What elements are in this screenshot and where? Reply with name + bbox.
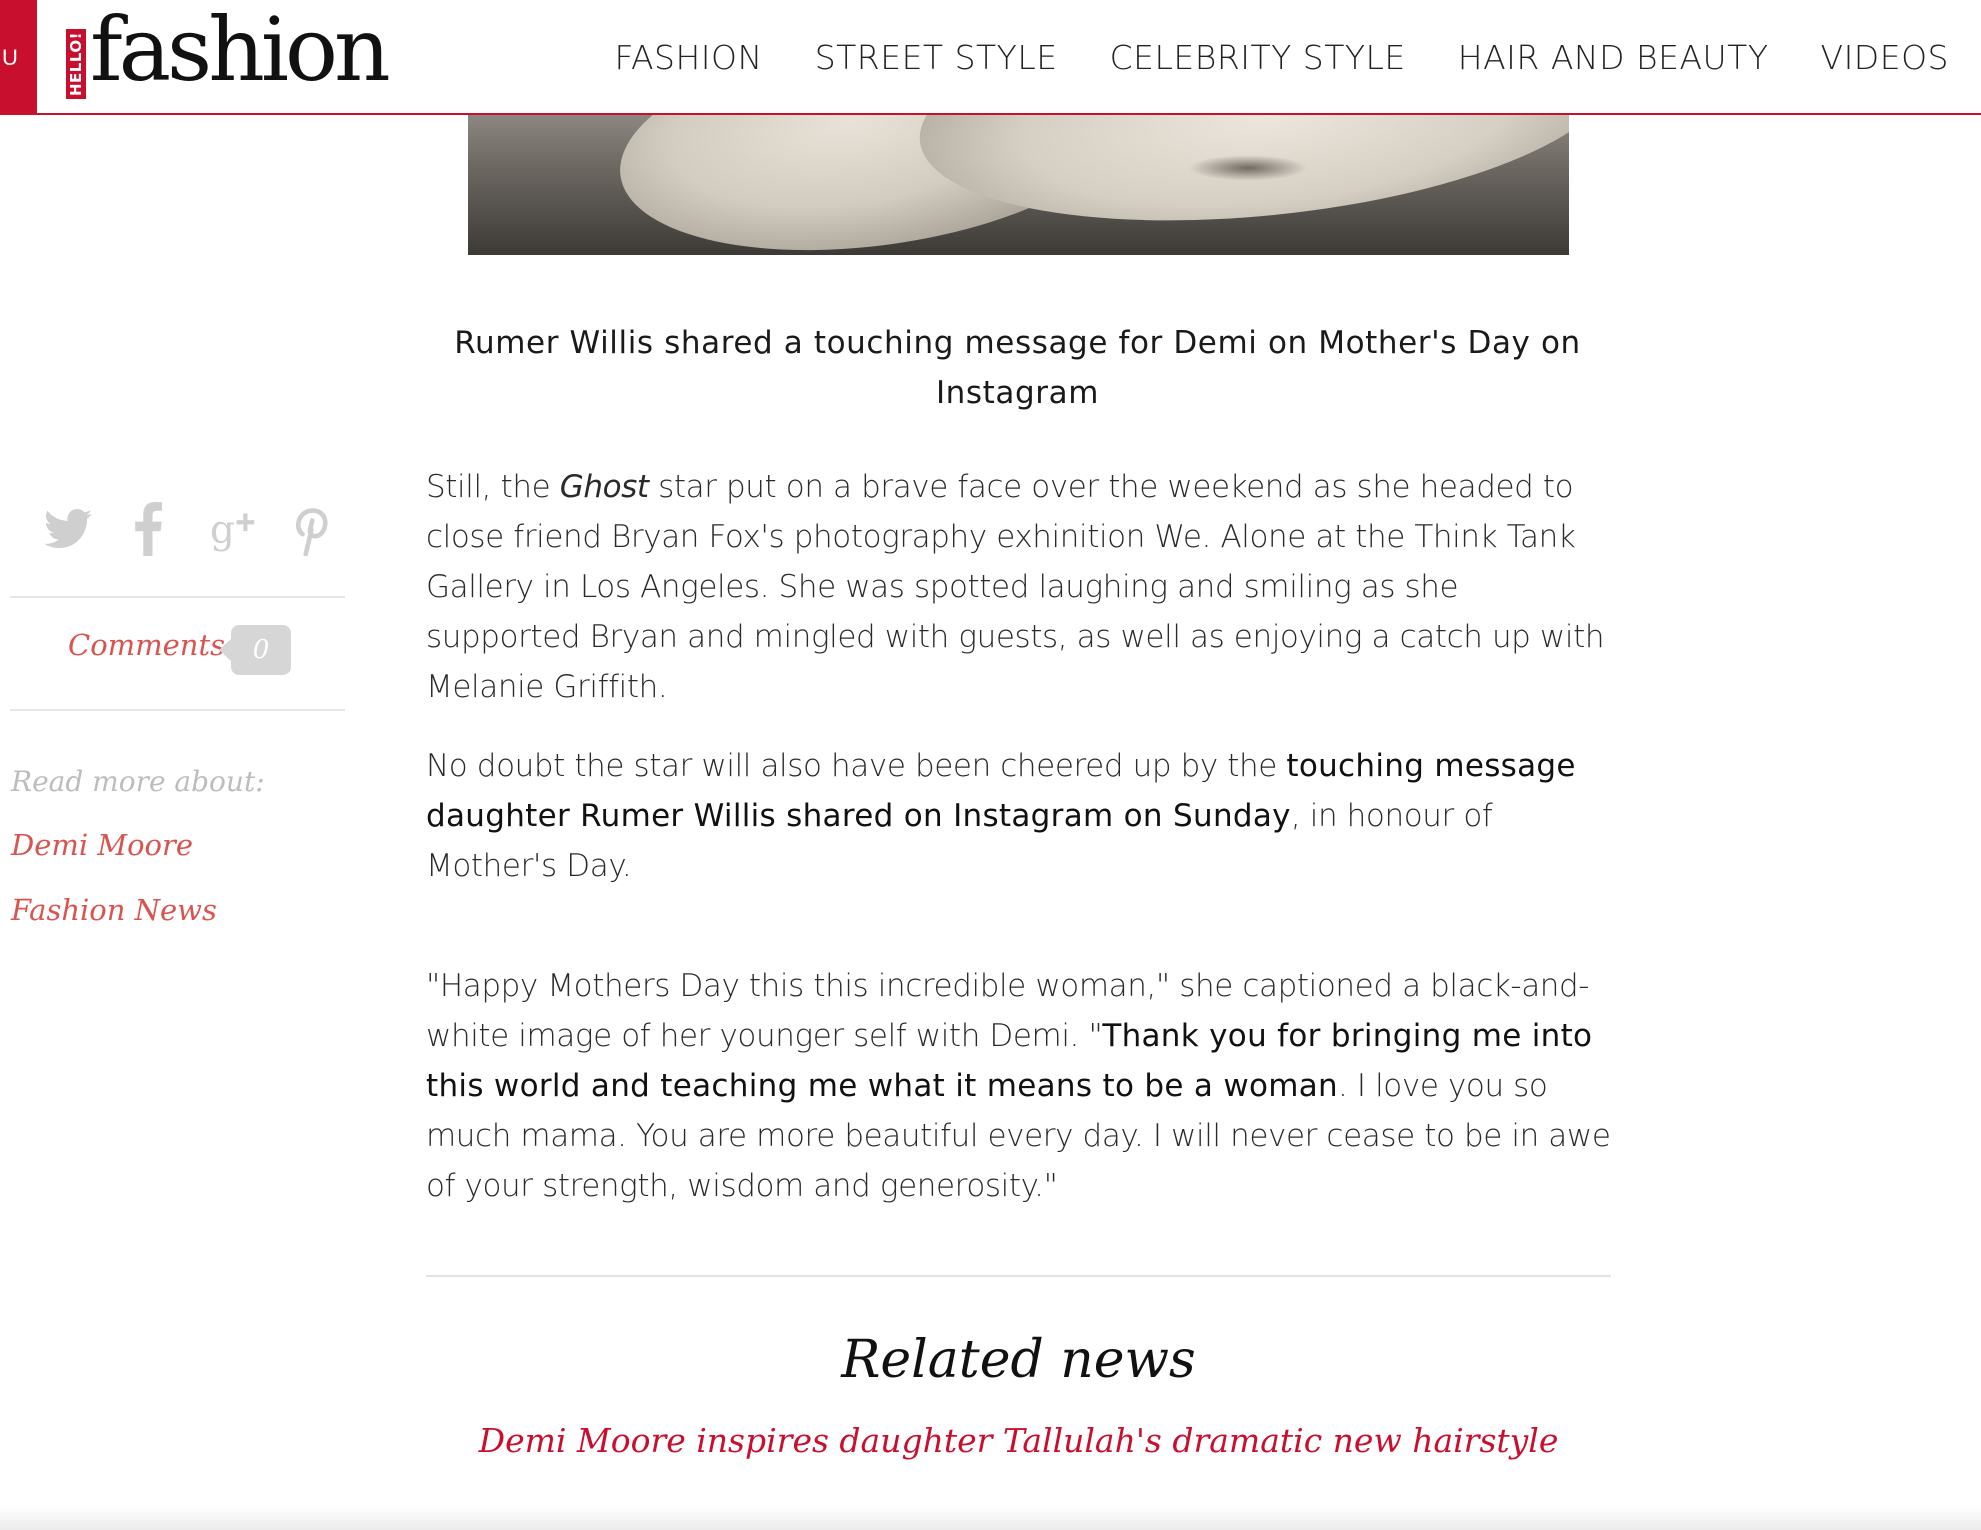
nav-street-style[interactable]: STREET STYLE bbox=[815, 38, 1058, 77]
related-news-heading: Related news bbox=[841, 1330, 1196, 1390]
nav-videos[interactable]: VIDEOS bbox=[1821, 38, 1950, 77]
share-bar: g bbox=[34, 500, 344, 570]
related-news-link[interactable]: Demi Moore inspires daughter Tallulah's … bbox=[426, 1421, 1611, 1460]
pinterest-icon[interactable] bbox=[292, 504, 330, 556]
sidebar-divider-top bbox=[10, 596, 345, 598]
page-bottom-edge bbox=[0, 1505, 1981, 1530]
photo-arm-right bbox=[908, 115, 1569, 251]
svg-text:g: g bbox=[210, 508, 235, 552]
google-plus-icon[interactable]: g bbox=[210, 506, 256, 552]
menu-tab[interactable]: U bbox=[0, 0, 37, 115]
tag-link-demi-moore[interactable]: Demi Moore bbox=[11, 828, 193, 862]
article-paragraph-3: "Happy Mothers Day this this incredible … bbox=[426, 961, 1616, 1211]
comments-link[interactable]: Comments bbox=[68, 628, 225, 662]
facebook-icon[interactable] bbox=[134, 502, 162, 556]
tag-link-fashion-news[interactable]: Fashion News bbox=[11, 893, 217, 927]
twitter-icon[interactable] bbox=[44, 508, 92, 550]
nav-celebrity-style[interactable]: CELEBRITY STYLE bbox=[1110, 38, 1406, 77]
article-photo bbox=[468, 115, 1569, 255]
hello-logo-badge: HELLO! bbox=[66, 29, 86, 99]
article-divider bbox=[426, 1275, 1611, 1277]
nav-fashion[interactable]: FASHION bbox=[615, 38, 763, 77]
site-header: U HELLO! fashion FASHION STREET STYLE CE… bbox=[0, 0, 1981, 115]
photo-shadow bbox=[1188, 155, 1308, 181]
nav-hair-and-beauty[interactable]: HAIR AND BEAUTY bbox=[1458, 38, 1769, 77]
p1-film-title: Ghost bbox=[559, 469, 649, 505]
main-nav: FASHION STREET STYLE CELEBRITY STYLE HAI… bbox=[615, 38, 1950, 77]
logo-wordmark: fashion bbox=[90, 0, 391, 101]
comments-count-badge[interactable]: 0 bbox=[219, 625, 291, 675]
article-paragraph-2: No doubt the star will also have been ch… bbox=[426, 741, 1616, 891]
sidebar-divider-bottom bbox=[10, 709, 345, 711]
p2-text-start: No doubt the star will also have been ch… bbox=[426, 748, 1287, 784]
photo-caption: Rumer Willis shared a touching message f… bbox=[454, 325, 1581, 411]
hello-logo-text: HELLO! bbox=[67, 32, 85, 96]
comments-widget[interactable]: Comments 0 bbox=[68, 625, 291, 675]
article-paragraph-1: Still, the Ghost star put on a brave fac… bbox=[426, 462, 1616, 712]
read-more-label: Read more about: bbox=[11, 765, 265, 798]
p1-text-start: Still, the bbox=[426, 469, 560, 505]
